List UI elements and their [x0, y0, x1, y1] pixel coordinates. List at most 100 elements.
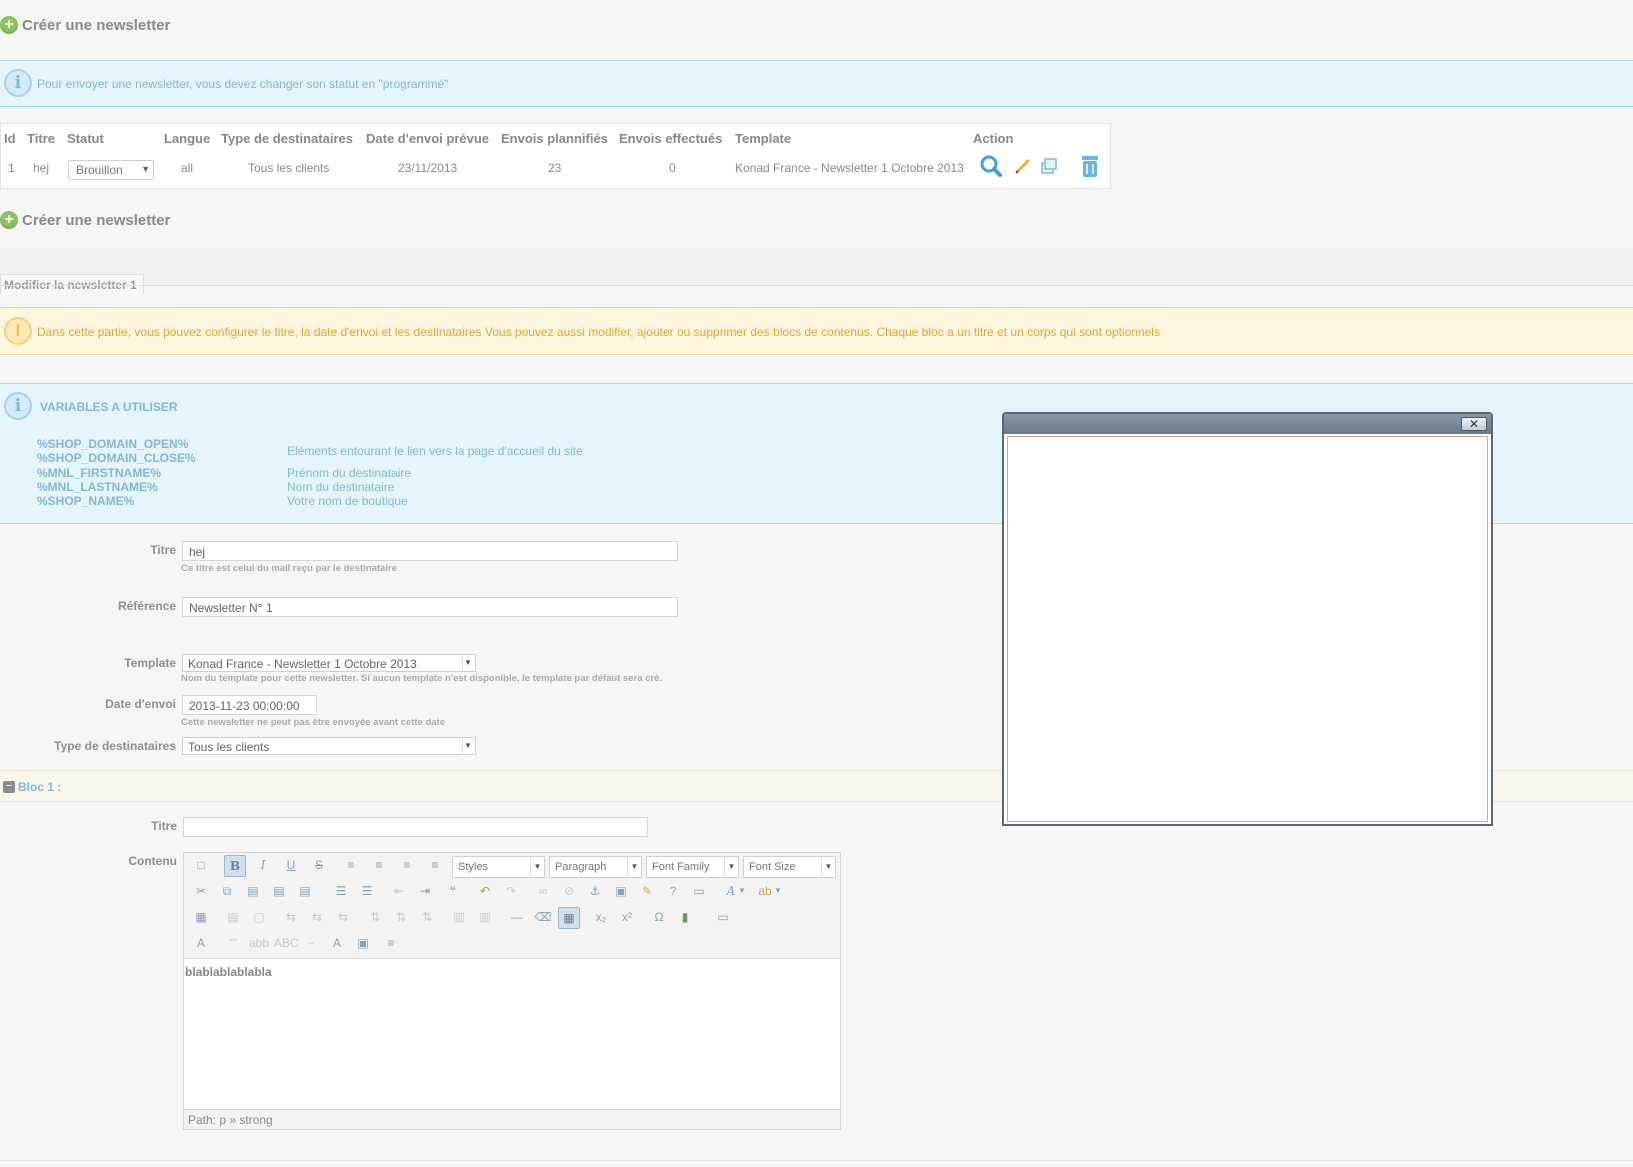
type-label: Type de destinataires: [54, 739, 176, 753]
bloc-label: Bloc 1 :: [18, 780, 62, 794]
visual-aid-icon[interactable]: ▦: [558, 907, 580, 929]
numbered-list-icon[interactable]: ☰: [356, 881, 378, 903]
popup-titlebar[interactable]: ✕: [1004, 414, 1491, 434]
chevron-down-icon[interactable]: ▼: [736, 881, 748, 903]
copy-icon[interactable]: ⧉: [216, 881, 238, 903]
paste-word-icon[interactable]: ▤: [294, 881, 316, 903]
popup-window: ✕: [1002, 412, 1493, 826]
template-select[interactable]: Konad France - Newsletter 1 Octobre 2013…: [182, 654, 476, 672]
variable-code: %MNL_FIRSTNAME%: [37, 466, 162, 480]
editor-content[interactable]: blablablablabla: [184, 958, 840, 1110]
titre-input[interactable]: hej: [182, 541, 678, 561]
del-icon[interactable]: −: [300, 933, 322, 955]
date-input[interactable]: 2013-11-23 00:00:00: [182, 695, 317, 715]
align-left-icon[interactable]: ≡: [340, 855, 362, 877]
paste-icon[interactable]: ▤: [242, 881, 264, 903]
create-newsletter-label[interactable]: Créer une newsletter: [22, 17, 170, 34]
cleanup-icon[interactable]: ✎: [636, 881, 658, 903]
titre-hint: Ce titre est celui du mail reçu par le d…: [181, 563, 397, 574]
attribs-icon[interactable]: ▣: [352, 933, 374, 955]
paste-text-icon[interactable]: ▤: [268, 881, 290, 903]
font-family-dropdown[interactable]: Font Family ▼: [646, 856, 739, 878]
create-newsletter-label[interactable]: Créer une newsletter: [22, 212, 170, 229]
row-after-icon[interactable]: ⇆: [306, 907, 328, 929]
help-icon[interactable]: ?: [662, 881, 684, 903]
media-icon[interactable]: ▮: [674, 907, 696, 929]
horizontal-rule-icon[interactable]: —: [506, 907, 528, 929]
special-char-icon[interactable]: Ω: [648, 907, 670, 929]
strikethrough-icon[interactable]: S: [308, 855, 330, 877]
col-after-icon[interactable]: ⇅: [390, 907, 412, 929]
undo-icon[interactable]: ↶: [474, 881, 496, 903]
create-newsletter-bottom[interactable]: + Créer une newsletter: [0, 208, 170, 232]
unlink-icon[interactable]: ⊘: [558, 881, 580, 903]
bloc-titre-label: Titre: [151, 819, 177, 833]
search-icon[interactable]: [979, 154, 1003, 181]
merge-cells-icon[interactable]: ▥: [474, 907, 496, 929]
rich-text-editor: □ B I U S ≡ ≡ ≡ ≡ Styles ▼ Paragraph ▼ F…: [183, 852, 841, 1130]
tab-strip: [0, 248, 1633, 285]
nonbreaking-icon[interactable]: ≡: [380, 933, 402, 955]
style-props-icon[interactable]: A: [190, 933, 212, 955]
blockquote-icon[interactable]: “: [442, 881, 464, 903]
html-icon[interactable]: ▭: [688, 881, 710, 903]
redo-icon[interactable]: ↷: [500, 881, 522, 903]
fullscreen-icon[interactable]: ▭: [712, 907, 734, 929]
acronym-icon[interactable]: ABC: [274, 933, 299, 955]
variable-code: %SHOP_DOMAIN_OPEN%: [37, 437, 189, 451]
underline-icon[interactable]: U: [280, 855, 302, 877]
new-document-icon[interactable]: □: [190, 855, 212, 877]
toolbar-row-3: ▦ ▤ ▢ ⇆ ⇆ ⇆ ⇅ ⇅ ⇅ ▥ ▥ — ⌫ ▦ x₂ x² Ω ▮ ▭: [186, 907, 836, 929]
reference-input[interactable]: Newsletter N° 1: [182, 597, 678, 617]
close-icon[interactable]: ✕: [1461, 417, 1487, 431]
ins-icon[interactable]: A: [326, 933, 348, 955]
abbr-icon[interactable]: abb: [248, 933, 270, 955]
anchor-icon[interactable]: ⚓: [584, 881, 606, 903]
variable-description: Votre nom de boutique: [287, 494, 408, 508]
italic-icon[interactable]: I: [252, 855, 274, 877]
subscript-icon[interactable]: x₂: [590, 907, 612, 929]
remove-format-icon[interactable]: ⌫: [532, 907, 554, 929]
col-header-statut: Statut: [67, 131, 104, 146]
bloc-titre-input[interactable]: [183, 817, 648, 837]
font-size-dropdown[interactable]: Font Size ▼: [743, 856, 836, 878]
chevron-down-icon: ▼: [141, 164, 150, 174]
status-select[interactable]: Brouillon ▼: [68, 160, 154, 180]
row-props-icon[interactable]: ▤: [222, 907, 244, 929]
superscript-icon[interactable]: x²: [616, 907, 638, 929]
table-icon[interactable]: ▦: [190, 907, 212, 929]
collapse-icon[interactable]: −: [3, 781, 15, 793]
col-before-icon[interactable]: ⇅: [364, 907, 386, 929]
link-icon[interactable]: ∞: [532, 881, 554, 903]
align-right-icon[interactable]: ≡: [396, 855, 418, 877]
delete-col-icon[interactable]: ⇅: [416, 907, 438, 929]
edit-icon[interactable]: [1014, 157, 1032, 178]
image-icon[interactable]: ▣: [610, 881, 632, 903]
warning-icon: !: [4, 317, 32, 345]
variables-title: VARIABLES A UTILISER: [40, 400, 178, 414]
row-before-icon[interactable]: ⇆: [280, 907, 302, 929]
duplicate-icon[interactable]: [1040, 157, 1058, 178]
bullet-list-icon[interactable]: ☰: [330, 881, 352, 903]
styles-dropdown[interactable]: Styles ▼: [452, 856, 545, 878]
bold-icon[interactable]: B: [224, 855, 246, 877]
align-center-icon[interactable]: ≡: [368, 855, 390, 877]
indent-icon[interactable]: ⇥: [414, 881, 436, 903]
cite-icon[interactable]: “”: [222, 933, 244, 955]
chevron-down-icon[interactable]: ▼: [772, 881, 784, 903]
delete-row-icon[interactable]: ⇆: [332, 907, 354, 929]
split-cells-icon[interactable]: ▥: [448, 907, 470, 929]
col-header-langue: Langue: [164, 131, 211, 146]
plus-icon: +: [0, 211, 18, 229]
create-newsletter-top[interactable]: + Créer une newsletter: [0, 13, 170, 37]
delete-icon[interactable]: [1079, 154, 1101, 181]
cell-props-icon[interactable]: ▢: [248, 907, 270, 929]
toolbar-row-2: ✂ ⧉ ▤ ▤ ▤ ☰ ☰ ⇤ ⇥ “ ↶ ↷ ∞ ⊘ ⚓ ▣ ✎ ? ▭ A …: [186, 881, 836, 903]
paragraph-dropdown[interactable]: Paragraph ▼: [549, 856, 642, 878]
type-select[interactable]: Tous les clients ▼: [182, 737, 476, 755]
cut-icon[interactable]: ✂: [190, 881, 212, 903]
align-justify-icon[interactable]: ≡: [424, 855, 446, 877]
col-header-template: Template: [735, 131, 792, 146]
tab-edit-newsletter[interactable]: Modifier la newsletter 1: [0, 274, 144, 294]
outdent-icon[interactable]: ⇤: [388, 881, 410, 903]
